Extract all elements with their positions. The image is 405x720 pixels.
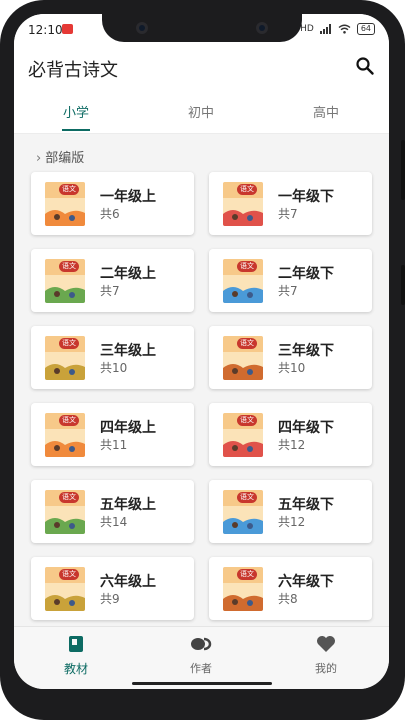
book-cover-image: 语文 [45,490,85,534]
camera-notch [102,14,302,42]
book-card[interactable]: 语文 四年级下共12 [209,403,372,466]
book-grade: 六年级下 [278,574,334,590]
book-cover-image: 语文 [223,259,263,303]
nav-mine-label: 我的 [315,662,337,675]
book-count: 共7 [278,207,298,221]
cover-logo: 语文 [237,338,257,349]
book-count: 共8 [278,592,298,606]
book-card[interactable]: 语文 四年级上共11 [31,403,194,466]
tab-primary[interactable]: 小学 [36,102,116,121]
cover-logo: 语文 [237,184,257,195]
network-label: HD [300,24,314,34]
heart-icon [317,636,335,652]
book-cover-image: 语文 [45,567,85,611]
tab-high[interactable]: 高中 [286,102,366,121]
book-cover-image: 语文 [45,413,85,457]
book-count: 共11 [100,438,128,452]
cover-logo: 语文 [237,569,257,580]
app-bar: 必背古诗文 [14,44,389,90]
nav-textbook[interactable]: 教材 [36,635,116,677]
notification-icon [62,24,73,34]
book-card[interactable]: 语文 二年级下共7 [209,249,372,312]
cover-logo: 语文 [59,569,79,580]
book-grade: 二年级下 [278,266,334,282]
cover-logo: 语文 [59,261,79,272]
cover-logo: 语文 [237,492,257,503]
home-indicator[interactable] [132,682,272,685]
book-grade: 四年级上 [100,420,156,436]
section-title: 部编版 [45,151,85,166]
chevron-right-icon: › [36,151,42,166]
book-grade: 四年级下 [278,420,334,436]
book-count: 共9 [100,592,120,606]
book-count: 共10 [100,361,128,375]
wifi-icon [338,24,351,34]
book-grade: 三年级下 [278,343,334,359]
book-count: 共12 [278,515,306,529]
book-grade: 一年级下 [278,189,334,205]
book-grade: 六年级上 [100,574,156,590]
book-count: 共14 [100,515,128,529]
book-cover-image: 语文 [223,413,263,457]
book-count: 共7 [278,284,298,298]
book-card[interactable]: 语文 六年级下共8 [209,557,372,620]
cover-logo: 语文 [59,338,79,349]
app-title: 必背古诗文 [28,60,118,81]
power-button [401,265,405,305]
cover-logo: 语文 [59,415,79,426]
cover-logo: 语文 [237,415,257,426]
book-cover-image: 语文 [45,182,85,226]
signal-icon [319,24,331,34]
front-camera [136,22,148,34]
book-grade: 一年级上 [100,189,156,205]
author-icon [191,637,212,651]
book-count: 共10 [278,361,306,375]
screen: 12:10 HD 64 必背古诗文 小学 初中 高中 › 部编版 语文 一年级上… [14,14,389,689]
book-cover-image: 语文 [45,259,85,303]
book-count: 共7 [100,284,120,298]
status-time: 12:10 [28,23,63,37]
volume-button [401,140,405,200]
cover-logo: 语文 [59,492,79,503]
nav-textbook-label: 教材 [63,662,88,676]
book-card[interactable]: 语文 一年级上共6 [31,172,194,235]
book-cover-image: 语文 [223,182,263,226]
grade-tabs: 小学 初中 高中 [14,90,389,134]
status-icons: HD 64 [300,23,375,35]
tab-middle[interactable]: 初中 [161,102,241,121]
book-grade: 五年级下 [278,497,334,513]
cover-logo: 语文 [237,261,257,272]
book-card[interactable]: 语文 五年级下共12 [209,480,372,543]
book-grade: 三年级上 [100,343,156,359]
book-cover-image: 语文 [223,490,263,534]
nav-mine[interactable]: 我的 [286,635,366,676]
section-header[interactable]: › 部编版 [36,147,84,166]
book-card[interactable]: 语文 三年级下共10 [209,326,372,389]
book-card[interactable]: 语文 五年级上共14 [31,480,194,543]
book-grade: 二年级上 [100,266,156,282]
tab-indicator [62,129,90,131]
book-grade: 五年级上 [100,497,156,513]
bottom-nav: 教材 作者 我的 [14,626,389,689]
book-card[interactable]: 语文 一年级下共7 [209,172,372,235]
book-count: 共12 [278,438,306,452]
book-icon [69,636,83,652]
book-cover-image: 语文 [45,336,85,380]
nav-author-label: 作者 [190,662,212,675]
book-cover-image: 语文 [223,567,263,611]
phone-frame: 12:10 HD 64 必背古诗文 小学 初中 高中 › 部编版 语文 一年级上… [0,0,405,720]
cover-logo: 语文 [59,184,79,195]
nav-author[interactable]: 作者 [161,635,241,676]
battery-icon: 64 [356,23,375,35]
book-count: 共6 [100,207,120,221]
book-card[interactable]: 语文 三年级上共10 [31,326,194,389]
book-card[interactable]: 语文 二年级上共7 [31,249,194,312]
book-card[interactable]: 语文 六年级上共9 [31,557,194,620]
sensor [256,22,268,34]
search-icon[interactable] [355,56,375,76]
book-cover-image: 语文 [223,336,263,380]
